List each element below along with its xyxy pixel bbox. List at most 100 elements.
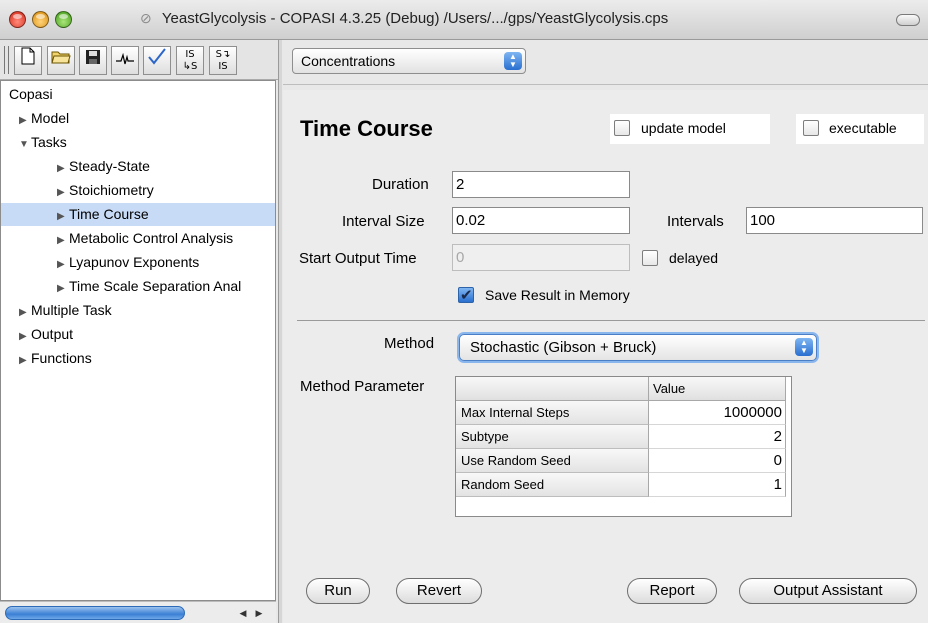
table-row-header: Use Random Seed: [456, 449, 649, 473]
disclosure-closed-icon[interactable]: ▶: [19, 301, 31, 324]
disclosure-closed-icon[interactable]: ▶: [19, 325, 31, 348]
scroll-right-arrow-icon[interactable]: ▶: [252, 606, 266, 620]
tree-item-label: Time Course: [69, 206, 149, 222]
tree-item[interactable]: Copasi: [1, 83, 275, 106]
table-cell[interactable]: 0: [649, 449, 786, 473]
table-row-header: Random Seed: [456, 473, 649, 497]
save-disk-icon[interactable]: [79, 46, 107, 75]
disclosure-closed-icon[interactable]: ▶: [57, 277, 69, 300]
tree-item[interactable]: ▼ Tasks: [1, 131, 275, 154]
section-divider: [297, 320, 925, 321]
tree-item[interactable]: ▶ Time Scale Separation Anal: [1, 275, 275, 298]
tree-item-label: Lyapunov Exponents: [69, 254, 200, 270]
disclosure-closed-icon[interactable]: ▶: [57, 181, 69, 204]
method-parameter-table[interactable]: Value Max Internal Steps 1000000 Subtype…: [455, 376, 792, 517]
tree-item[interactable]: ▶ Steady-State: [1, 155, 275, 178]
update-model-label: update model: [641, 120, 726, 136]
toolbar-grip-handle[interactable]: [4, 46, 9, 74]
app-window: ⊘ YeastGlycolysis - COPASI 4.3.25 (Debug…: [0, 0, 928, 623]
tree-item[interactable]: ▶ Stoichiometry: [1, 179, 275, 202]
method-stepper-icon: ▲ ▼: [795, 338, 813, 356]
duration-field[interactable]: 2: [452, 171, 630, 198]
title-bar[interactable]: ⊘ YeastGlycolysis - COPASI 4.3.25 (Debug…: [0, 0, 928, 40]
concentrations-select[interactable]: Concentrations ▲ ▼: [292, 48, 526, 74]
table-cell[interactable]: 2: [649, 425, 786, 449]
page-title: Time Course: [300, 116, 433, 141]
disclosure-closed-icon[interactable]: ▶: [19, 349, 31, 372]
document-proxy-icon[interactable]: ⊘: [140, 10, 158, 27]
interval-size-field[interactable]: 0.02: [452, 207, 630, 234]
disclosure-closed-icon[interactable]: ▶: [57, 205, 69, 228]
tree-item[interactable]: ▶ Metabolic Control Analysis: [1, 227, 275, 250]
concentrations-select-value: Concentrations: [301, 53, 396, 69]
tree-item-label: Multiple Task: [31, 302, 112, 318]
pane-splitter[interactable]: [278, 40, 282, 623]
disclosure-closed-icon[interactable]: ▶: [57, 157, 69, 180]
s-convert-icon[interactable]: S↴ IS: [209, 46, 237, 75]
toolbar-toggle-button[interactable]: [896, 14, 920, 26]
divider: [283, 84, 928, 85]
start-output-time-label: Start Output Time: [299, 250, 417, 267]
tree-item-label: Stoichiometry: [69, 182, 154, 198]
output-assistant-button[interactable]: Output Assistant: [739, 578, 917, 604]
disclosure-closed-icon[interactable]: ▶: [57, 253, 69, 276]
method-select-value: Stochastic (Gibson + Bruck): [470, 339, 657, 356]
tree-item[interactable]: ▶ Lyapunov Exponents: [1, 251, 275, 274]
table-row-header: Max Internal Steps: [456, 401, 649, 425]
method-select[interactable]: Stochastic (Gibson + Bruck) ▲ ▼: [459, 334, 817, 361]
new-document-icon[interactable]: [14, 46, 42, 75]
executable-label: executable: [829, 120, 897, 136]
minimize-window-button[interactable]: [32, 11, 49, 28]
revert-button[interactable]: Revert: [396, 578, 482, 604]
disclosure-closed-icon[interactable]: ▶: [57, 229, 69, 252]
tree-item[interactable]: ▶ Time Course: [1, 203, 275, 226]
update-model-checkbox[interactable]: [614, 120, 630, 136]
executable-checkbox[interactable]: [803, 120, 819, 136]
table-cell[interactable]: 1000000: [649, 401, 786, 425]
window-title-area: ⊘ YeastGlycolysis - COPASI 4.3.25 (Debug…: [140, 10, 860, 27]
disclosure-open-icon[interactable]: ▼: [19, 133, 31, 156]
tree-item-label: Model: [31, 110, 70, 126]
delayed-label: delayed: [669, 250, 719, 266]
graph-icon[interactable]: [111, 46, 139, 75]
tree-item[interactable]: ▶ Multiple Task: [1, 299, 275, 322]
close-window-button[interactable]: [9, 11, 26, 28]
scroll-left-arrow-icon[interactable]: ◀: [236, 606, 250, 620]
value-column-header[interactable]: Value: [649, 377, 786, 401]
duration-label: Duration: [372, 176, 429, 193]
tree-item-label: Output: [31, 326, 74, 342]
run-button[interactable]: Run: [306, 578, 370, 604]
zoom-window-button[interactable]: [55, 11, 72, 28]
tree-item[interactable]: ▶ Functions: [1, 347, 275, 370]
is-convert-icon[interactable]: IS ↳S: [176, 46, 204, 75]
tree-item-label: Metabolic Control Analysis: [69, 230, 234, 246]
table-cell[interactable]: 1: [649, 473, 786, 497]
select-stepper-icon: ▲ ▼: [504, 52, 522, 70]
method-label: Method: [384, 335, 435, 352]
tree-item-label: Tasks: [31, 134, 67, 150]
tree-item-label: Copasi: [9, 86, 53, 102]
tree-horizontal-scrollbar[interactable]: ◀ ▶: [0, 601, 276, 623]
disclosure-closed-icon[interactable]: ▶: [19, 109, 31, 132]
tree-item[interactable]: ▶ Model: [1, 107, 275, 130]
tree-item-label: Functions: [31, 350, 92, 366]
open-folder-icon[interactable]: [47, 46, 75, 75]
tree-item[interactable]: ▶ Output: [1, 323, 275, 346]
table-row-header: Subtype: [456, 425, 649, 449]
delayed-checkbox[interactable]: [642, 250, 658, 266]
save-result-checkbox[interactable]: [458, 286, 474, 304]
table-corner-header: [456, 377, 649, 401]
intervals-field[interactable]: 100: [746, 207, 923, 234]
main-toolbar: IS ↳S S↴ IS: [0, 40, 282, 80]
report-button[interactable]: Report: [627, 578, 717, 604]
scrollbar-thumb[interactable]: [5, 606, 185, 620]
window-title: YeastGlycolysis - COPASI 4.3.25 (Debug) …: [161, 10, 669, 27]
check-icon[interactable]: [143, 46, 171, 75]
method-parameter-label: Method Parameter: [300, 378, 425, 395]
intervals-label: Intervals: [667, 213, 724, 230]
save-result-label: Save Result in Memory: [485, 287, 630, 303]
start-output-time-field: 0: [452, 244, 630, 271]
tree-item-label: Time Scale Separation Anal: [69, 278, 242, 294]
object-browser-tree[interactable]: Copasi ▶ Model ▼ Tasks ▶ Steady-State ▶ Stoichio…: [0, 80, 276, 601]
interval-size-label: Interval Size: [342, 213, 425, 230]
